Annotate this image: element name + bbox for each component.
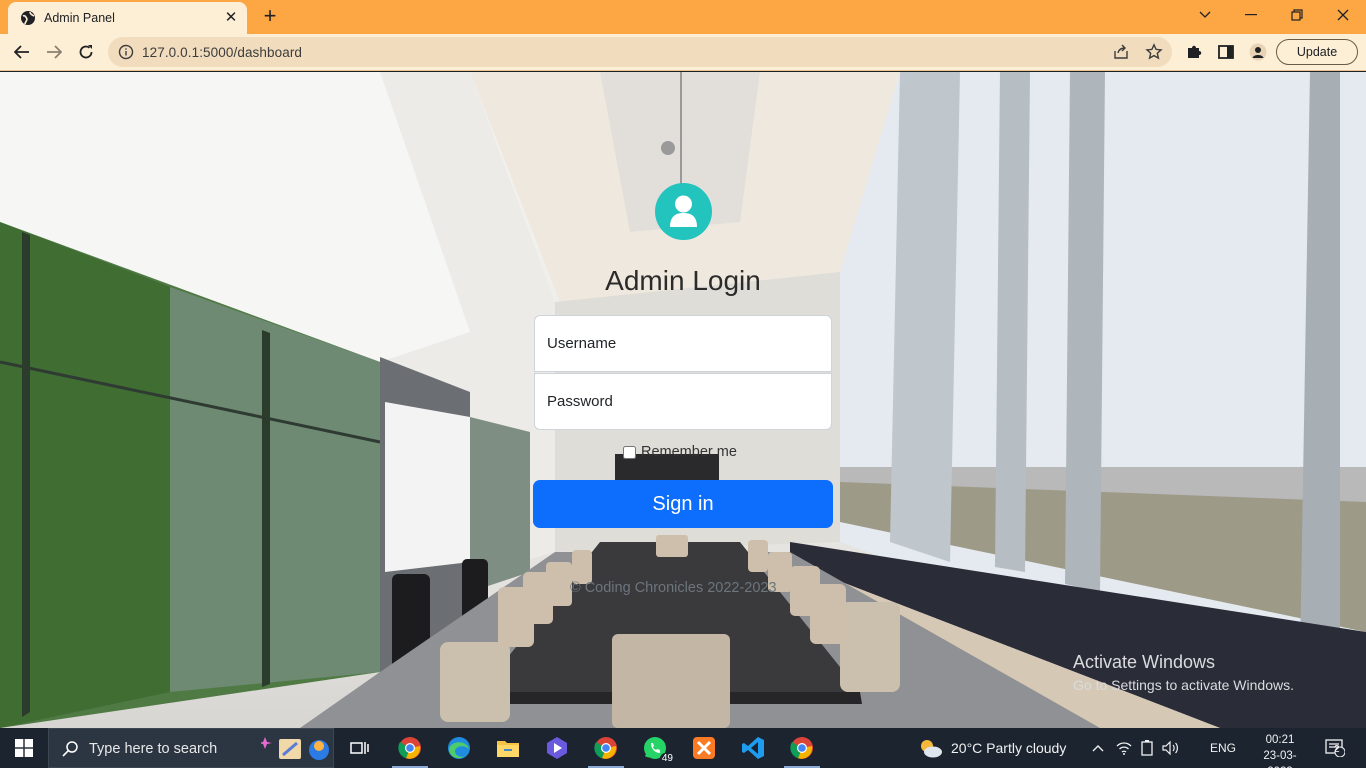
password-input[interactable] bbox=[534, 373, 832, 430]
browser-toolbar: 127.0.0.1:5000/dashboard Update bbox=[0, 34, 1366, 71]
windows-logo-icon bbox=[15, 739, 33, 757]
partly-cloudy-icon bbox=[921, 740, 942, 758]
start-button[interactable] bbox=[0, 728, 48, 768]
taskbar-edge[interactable] bbox=[435, 728, 483, 768]
taskbar-file-explorer[interactable] bbox=[484, 728, 532, 768]
hexagon-app-icon bbox=[547, 737, 567, 759]
profile-avatar-icon bbox=[1249, 43, 1267, 61]
globe-icon bbox=[21, 11, 35, 25]
close-icon bbox=[1337, 9, 1349, 21]
search-icon bbox=[62, 741, 78, 757]
remember-me-checkbox[interactable] bbox=[623, 445, 636, 459]
weather-widget[interactable] bbox=[916, 738, 946, 758]
xampp-icon bbox=[693, 737, 715, 759]
arrow-right-icon bbox=[47, 45, 62, 59]
forward-button[interactable] bbox=[40, 38, 68, 66]
taskbar-search-box[interactable]: Type here to search bbox=[48, 728, 334, 768]
activate-windows-title: Activate Windows bbox=[1073, 652, 1216, 672]
reload-icon bbox=[79, 45, 93, 59]
taskbar-chrome-2[interactable] bbox=[582, 728, 630, 768]
chevron-up-icon bbox=[1092, 745, 1104, 752]
user-icon bbox=[670, 195, 697, 227]
wifi-icon bbox=[1116, 742, 1132, 755]
battery-button[interactable] bbox=[1137, 738, 1157, 758]
browser-tab-strip: Admin Panel ✕ + bbox=[0, 0, 1366, 34]
minimize-icon bbox=[1245, 14, 1257, 16]
weather-text[interactable]: 20°C Partly cloudy bbox=[951, 740, 1066, 756]
username-input[interactable] bbox=[534, 315, 832, 372]
close-window-button[interactable] bbox=[1320, 0, 1366, 30]
clock-time: 00:21 bbox=[1265, 734, 1295, 746]
language-indicator[interactable]: ENG bbox=[1206, 738, 1240, 758]
address-bar[interactable]: 127.0.0.1:5000/dashboard bbox=[108, 37, 1172, 67]
back-button[interactable] bbox=[8, 38, 36, 66]
side-panel-button[interactable] bbox=[1216, 42, 1236, 62]
chrome-icon bbox=[790, 737, 813, 759]
new-tab-button[interactable]: + bbox=[257, 5, 283, 29]
taskbar-app-tech[interactable] bbox=[533, 728, 581, 768]
folder-icon bbox=[497, 741, 519, 757]
minimize-button[interactable] bbox=[1228, 0, 1274, 30]
edge-icon bbox=[448, 737, 470, 759]
copyright-text: © Coding Chronicles 2022-2023 bbox=[570, 580, 777, 596]
task-view-icon bbox=[350, 742, 369, 754]
reload-button[interactable] bbox=[72, 38, 100, 66]
speaker-icon bbox=[1162, 741, 1178, 755]
show-hidden-icons-button[interactable] bbox=[1088, 738, 1108, 758]
profile-button[interactable] bbox=[1248, 42, 1268, 62]
side-panel-icon bbox=[1218, 45, 1234, 59]
taskbar-vscode[interactable] bbox=[729, 728, 777, 768]
activate-windows-subtitle: Go to Settings to activate Windows. bbox=[1073, 677, 1294, 693]
remember-me-label: Remember me bbox=[641, 444, 737, 460]
tab-search-button[interactable] bbox=[1182, 0, 1228, 30]
search-placeholder: Type here to search bbox=[89, 741, 218, 757]
bookmark-star-icon[interactable] bbox=[1145, 43, 1163, 61]
info-icon[interactable] bbox=[118, 44, 134, 60]
whatsapp-badge: 49 bbox=[659, 753, 675, 764]
user-avatar bbox=[655, 183, 712, 240]
restore-button[interactable] bbox=[1274, 0, 1320, 30]
taskbar-xampp[interactable] bbox=[680, 728, 728, 768]
volume-button[interactable] bbox=[1160, 738, 1182, 758]
share-icon[interactable] bbox=[1112, 43, 1130, 61]
close-tab-icon[interactable]: ✕ bbox=[221, 8, 241, 28]
update-button[interactable]: Update bbox=[1276, 39, 1358, 65]
tab-title: Admin Panel bbox=[44, 11, 115, 25]
login-title: Admin Login bbox=[605, 265, 761, 296]
taskbar-chrome-3[interactable] bbox=[778, 728, 826, 768]
puzzle-icon bbox=[1188, 45, 1202, 58]
chevron-down-icon bbox=[1199, 11, 1211, 18]
taskbar-whatsapp[interactable]: 49 bbox=[631, 728, 679, 768]
extensions-button[interactable] bbox=[1184, 42, 1204, 62]
search-highlight-icon bbox=[261, 737, 329, 760]
login-page: Admin Login Remember me Sign in © Coding… bbox=[0, 72, 1366, 728]
vscode-icon bbox=[742, 737, 764, 759]
battery-icon bbox=[1141, 740, 1153, 756]
browser-tab[interactable]: Admin Panel ✕ bbox=[8, 2, 247, 34]
restore-icon bbox=[1291, 9, 1303, 21]
clock[interactable]: 00:21 23-03-2023 bbox=[1252, 732, 1308, 768]
url-text[interactable]: 127.0.0.1:5000/dashboard bbox=[142, 45, 302, 60]
arrow-left-icon bbox=[14, 45, 29, 59]
chrome-icon bbox=[398, 737, 421, 759]
network-button[interactable] bbox=[1114, 738, 1134, 758]
clock-date: 23-03-2023 bbox=[1263, 750, 1297, 768]
taskbar-chrome-1[interactable] bbox=[386, 728, 434, 768]
task-view-button[interactable] bbox=[336, 728, 384, 768]
windows-taskbar: Type here to search 49 20°C Partly cloud… bbox=[0, 728, 1366, 768]
sign-in-button[interactable]: Sign in bbox=[533, 480, 833, 528]
notification-center-button[interactable]: 2 bbox=[1322, 738, 1348, 758]
chrome-icon bbox=[594, 737, 617, 759]
activate-windows-watermark: Activate Windows Go to Settings to activ… bbox=[1073, 652, 1294, 693]
remember-me[interactable]: Remember me bbox=[623, 444, 737, 460]
notification-count: 2 bbox=[1334, 744, 1340, 755]
